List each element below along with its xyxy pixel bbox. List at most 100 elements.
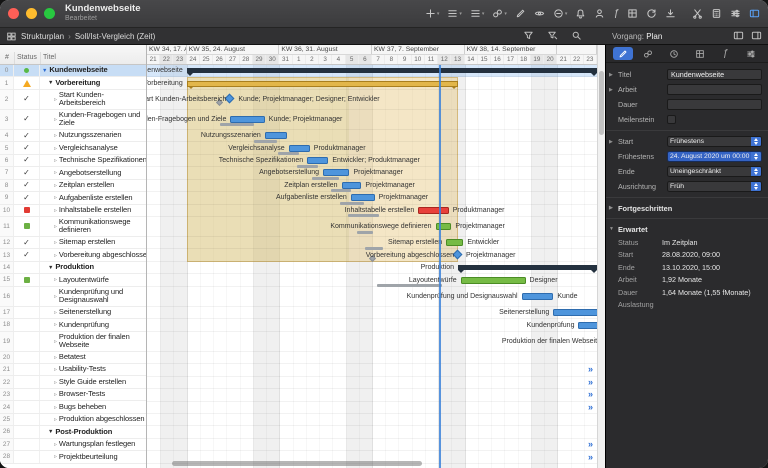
- table-row[interactable]: 9✓▹Aufgabenliste erstellen: [0, 192, 146, 204]
- table-row[interactable]: 22▹Style Guide erstellen: [0, 376, 146, 388]
- title-cell[interactable]: ▹Kommunikationswege definieren: [40, 217, 146, 236]
- notifications-icon[interactable]: [575, 8, 586, 19]
- title-cell[interactable]: ▹Kundenprüfung und Designauswahl: [40, 287, 146, 306]
- table-row[interactable]: 19▹Produktion der finalen Webseite: [0, 332, 146, 352]
- title-cell[interactable]: ▹Betatest: [40, 352, 146, 363]
- gantt-row[interactable]: »: [147, 364, 597, 376]
- title-cell[interactable]: ▹Nutzungsszenarien: [40, 130, 146, 141]
- titel-input[interactable]: Kundenwebseite: [667, 69, 762, 80]
- offscreen-bar-indicator[interactable]: »: [588, 378, 593, 387]
- table-row[interactable]: 18▹Kundenprüfung: [0, 319, 146, 331]
- gantt-row[interactable]: Kundenprüfung und DesignauswahlKunde: [147, 287, 597, 307]
- link-menu-icon[interactable]: ▾: [492, 8, 507, 19]
- table-row[interactable]: 24▹Bugs beheben: [0, 401, 146, 413]
- title-cell[interactable]: ▹Kundenprüfung: [40, 319, 146, 330]
- keyboard-grid-icon[interactable]: [627, 8, 638, 19]
- task-bar[interactable]: [351, 194, 375, 201]
- title-cell[interactable]: ▹Produktion der finalen Webseite: [40, 332, 146, 351]
- table-row[interactable]: 1▼Vorbereitung: [0, 77, 146, 89]
- table-row[interactable]: 16▹Kundenprüfung und Designauswahl: [0, 287, 146, 307]
- breadcrumb-item[interactable]: Soll/Ist-Vergleich (Zeit): [75, 32, 155, 41]
- gantt-row[interactable]: Kundenwebseite: [147, 65, 597, 77]
- gantt-row[interactable]: [147, 426, 597, 438]
- group-summary-bar[interactable]: [458, 265, 597, 270]
- table-row[interactable]: 15▹Layoutentwürfe: [0, 274, 146, 286]
- group-summary-bar[interactable]: [187, 81, 458, 87]
- column-header-title[interactable]: Titel: [40, 52, 146, 64]
- task-bar[interactable]: [578, 322, 597, 329]
- gantt-row[interactable]: Kunden-Fragebogen und ZieleKunde; Projek…: [147, 110, 597, 130]
- field-disclosure-icon[interactable]: ▶: [609, 72, 615, 78]
- title-cell[interactable]: ▹Zeitplan erstellen: [40, 180, 146, 191]
- disclosure-triangle-icon[interactable]: ▼: [48, 429, 53, 435]
- gantt-row[interactable]: Produktion der finalen Webseite: [147, 332, 597, 352]
- gantt-row[interactable]: AngebotserstellungProjektmanager: [147, 167, 597, 179]
- table-row[interactable]: 27▹Wartungsplan festlegen: [0, 439, 146, 451]
- table-row[interactable]: 14▼Produktion: [0, 262, 146, 274]
- title-cell[interactable]: ▹Seitenerstellung: [40, 307, 146, 318]
- gantt-row[interactable]: Zeitplan erstellenProjektmanager: [147, 180, 597, 192]
- view-mode-icon[interactable]: [6, 31, 17, 42]
- offscreen-bar-indicator[interactable]: »: [588, 403, 593, 412]
- inspector-tab-dependencies[interactable]: [638, 47, 658, 60]
- disclosure-triangle-icon[interactable]: ▼: [42, 68, 47, 74]
- horizontal-scrollbar-handle[interactable]: [172, 461, 422, 466]
- section-header[interactable]: ▼Erwartet: [606, 222, 768, 236]
- title-cell[interactable]: ▼Post-Produktion: [40, 426, 146, 437]
- column-header-number[interactable]: #: [0, 52, 14, 64]
- table-row[interactable]: 7✓▹Angebotserstellung: [0, 167, 146, 179]
- gantt-row[interactable]: Produktion: [147, 262, 597, 274]
- sync-icon[interactable]: [646, 8, 657, 19]
- table-row[interactable]: 20▹Betatest: [0, 352, 146, 364]
- task-bar[interactable]: [265, 132, 288, 139]
- disclosure-triangle-icon[interactable]: ▼: [48, 265, 53, 271]
- annotate-icon[interactable]: [515, 8, 526, 19]
- table-row[interactable]: 11▹Kommunikationswege definieren: [0, 217, 146, 237]
- zoom-button[interactable]: [44, 8, 55, 19]
- title-cell[interactable]: ▹Usability-Tests: [40, 364, 146, 375]
- section-disclosure-icon[interactable]: ▶: [609, 205, 615, 211]
- gantt-row[interactable]: Nutzungsszenarien: [147, 130, 597, 142]
- export-icon[interactable]: [665, 8, 676, 19]
- table-row[interactable]: 10▹Inhaltstabelle erstellen: [0, 205, 146, 217]
- table-row[interactable]: 3✓▹Kunden-Fragebogen und Ziele: [0, 110, 146, 130]
- inspector-tab-table[interactable]: [690, 47, 710, 60]
- title-cell[interactable]: ▹Produktion abgeschlossen: [40, 414, 146, 425]
- task-bar[interactable]: [230, 116, 264, 123]
- table-row[interactable]: 4✓▹Nutzungsszenarien: [0, 130, 146, 142]
- gantt-row[interactable]: »: [147, 439, 597, 451]
- task-bar[interactable]: [323, 169, 349, 176]
- task-bar[interactable]: [342, 182, 362, 189]
- table-row[interactable]: 12✓▹Sitemap erstellen: [0, 237, 146, 249]
- resources-icon[interactable]: [594, 8, 605, 19]
- milestone-diamond[interactable]: [453, 250, 463, 260]
- table-row[interactable]: 2✓▹Start Kunden-Arbeitsbereich: [0, 90, 146, 110]
- view-options-icon[interactable]: [730, 8, 741, 19]
- gantt-row[interactable]: Sitemap erstellenEntwickler: [147, 237, 597, 249]
- panel-right-toggle-icon[interactable]: [751, 30, 762, 41]
- horizontal-scrollbar[interactable]: [2, 461, 600, 467]
- table-row[interactable]: 8✓▹Zeitplan erstellen: [0, 180, 146, 192]
- table-row[interactable]: 21▹Usability-Tests: [0, 364, 146, 376]
- search-icon[interactable]: [571, 30, 582, 41]
- title-cell[interactable]: ▹Sitemap erstellen: [40, 237, 146, 248]
- filter-icon[interactable]: [523, 30, 534, 41]
- title-cell[interactable]: ▹Aufgabenliste erstellen: [40, 192, 146, 203]
- milestone-checkbox[interactable]: [667, 115, 676, 124]
- title-cell[interactable]: ▹Technische Spezifikationen: [40, 155, 146, 166]
- function-icon[interactable]: ƒ: [613, 9, 619, 19]
- grouping-menu-icon[interactable]: ▾: [470, 8, 485, 19]
- title-cell[interactable]: ▼Produktion: [40, 262, 146, 273]
- gantt-row[interactable]: Vorbereitung: [147, 77, 597, 89]
- gantt-row[interactable]: Kommunikationswege definierenProjektmana…: [147, 217, 597, 237]
- task-bar[interactable]: [522, 293, 554, 300]
- field-disclosure-icon[interactable]: ▶: [609, 87, 615, 93]
- gantt-row[interactable]: Seitenerstellung: [147, 307, 597, 319]
- task-bar[interactable]: [307, 157, 328, 164]
- insert-menu-icon[interactable]: ▾: [447, 8, 462, 19]
- cut-icon[interactable]: [692, 8, 703, 19]
- title-cell[interactable]: ▹Wartungsplan festlegen: [40, 439, 146, 450]
- title-cell[interactable]: ▹Kunden-Fragebogen und Ziele: [40, 110, 146, 129]
- field-disclosure-icon[interactable]: ▶: [609, 139, 615, 145]
- vertical-scrollbar[interactable]: [597, 45, 605, 468]
